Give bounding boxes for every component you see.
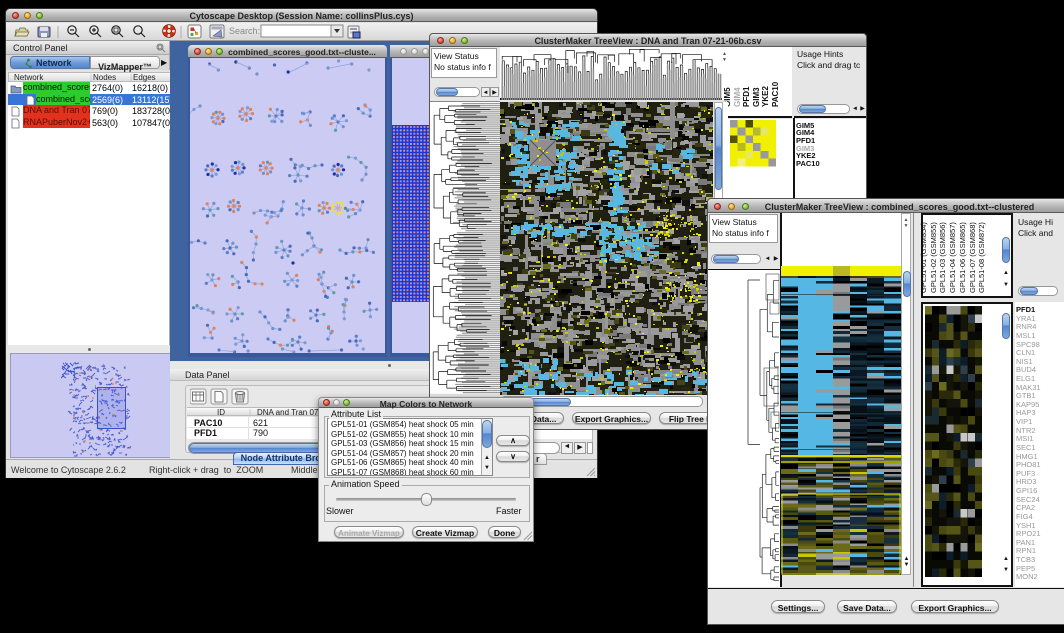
svg-text:Search:: Search:	[229, 26, 260, 36]
